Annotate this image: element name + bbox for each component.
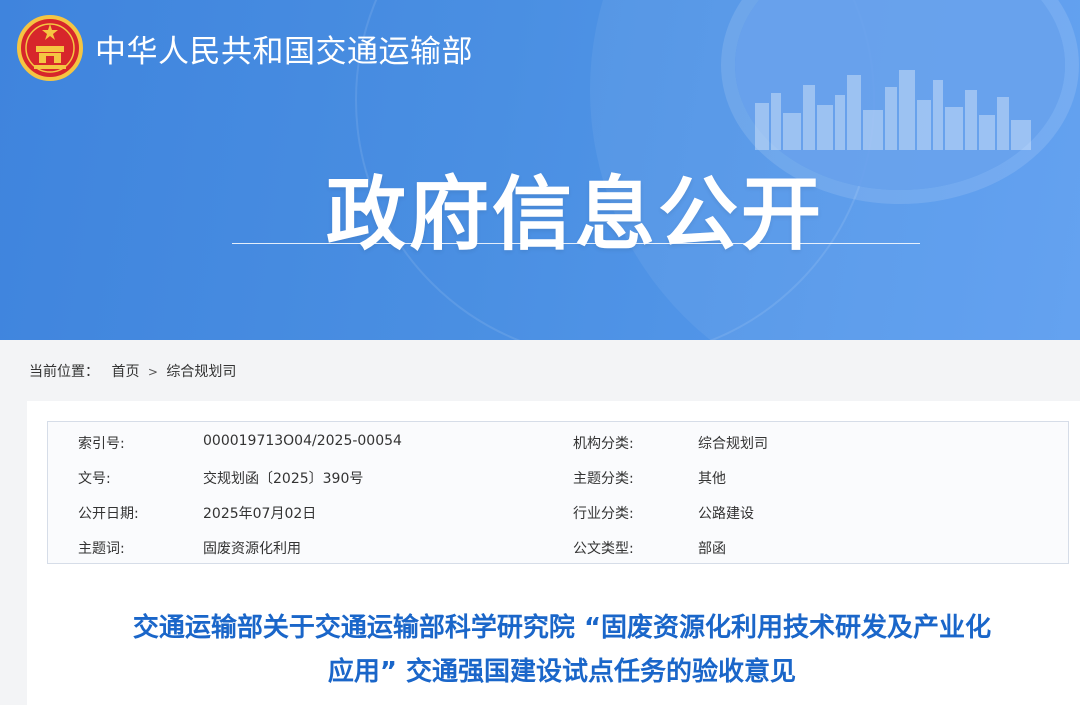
meta-key: 主题词: bbox=[78, 541, 125, 557]
meta-key: 主题分类: bbox=[573, 471, 634, 487]
meta-key: 机构分类: bbox=[573, 436, 634, 452]
site-name[interactable]: 中华人民共和国交通运输部 bbox=[95, 26, 473, 71]
breadcrumb-department-link[interactable]: 综合规划司 bbox=[166, 361, 236, 381]
meta-value: 000019713O04/2025-00054 bbox=[203, 433, 402, 449]
banner-divider bbox=[232, 243, 920, 244]
meta-value: 固废资源化利用 bbox=[203, 541, 301, 557]
header-banner: 中华人民共和国交通运输部 政府信息公开 bbox=[0, 0, 1080, 340]
meta-value: 2025年07月02日 bbox=[203, 506, 317, 522]
meta-row: 索引号: 000019713O04/2025-00054 机构分类: 综合规划司 bbox=[48, 424, 1068, 459]
breadcrumb-home-link[interactable]: 首页 bbox=[111, 361, 139, 381]
city-skyline-icon bbox=[755, 70, 1031, 150]
document-title-line: 交通运输部关于交通运输部科学研究院 “固废资源化利用技术研发及产业化 bbox=[132, 613, 992, 643]
meta-value: 部函 bbox=[698, 541, 726, 557]
meta-key: 公开日期: bbox=[78, 506, 139, 522]
national-emblem-icon bbox=[17, 15, 83, 81]
content-card: 索引号: 000019713O04/2025-00054 机构分类: 综合规划司… bbox=[27, 401, 1080, 705]
breadcrumb-label: 当前位置： bbox=[29, 364, 99, 380]
document-metadata-table: 索引号: 000019713O04/2025-00054 机构分类: 综合规划司… bbox=[47, 421, 1069, 564]
breadcrumb-separator: > bbox=[147, 365, 158, 379]
banner-title: 政府信息公开 bbox=[326, 168, 824, 261]
document-title-line: 应用” 交通强国建设试点任务的验收意见 bbox=[327, 657, 797, 687]
meta-row: 主题词: 固废资源化利用 公文类型: 部函 bbox=[48, 529, 1068, 564]
meta-row: 公开日期: 2025年07月02日 行业分类: 公路建设 bbox=[48, 494, 1068, 529]
meta-key: 行业分类: bbox=[573, 506, 634, 522]
meta-value: 公路建设 bbox=[698, 506, 754, 522]
meta-row: 文号: 交规划函〔2025〕390号 主题分类: 其他 bbox=[48, 459, 1068, 494]
meta-key: 索引号: bbox=[78, 436, 125, 452]
breadcrumb: 当前位置： 首页 > 综合规划司 bbox=[29, 361, 236, 381]
meta-value: 交规划函〔2025〕390号 bbox=[203, 471, 364, 487]
document-title: 交通运输部关于交通运输部科学研究院 “固废资源化利用技术研发及产业化 应用” 交… bbox=[47, 606, 1077, 694]
meta-value: 综合规划司 bbox=[698, 436, 768, 452]
meta-key: 公文类型: bbox=[573, 541, 634, 557]
meta-value: 其他 bbox=[698, 471, 726, 487]
meta-key: 文号: bbox=[78, 471, 111, 487]
